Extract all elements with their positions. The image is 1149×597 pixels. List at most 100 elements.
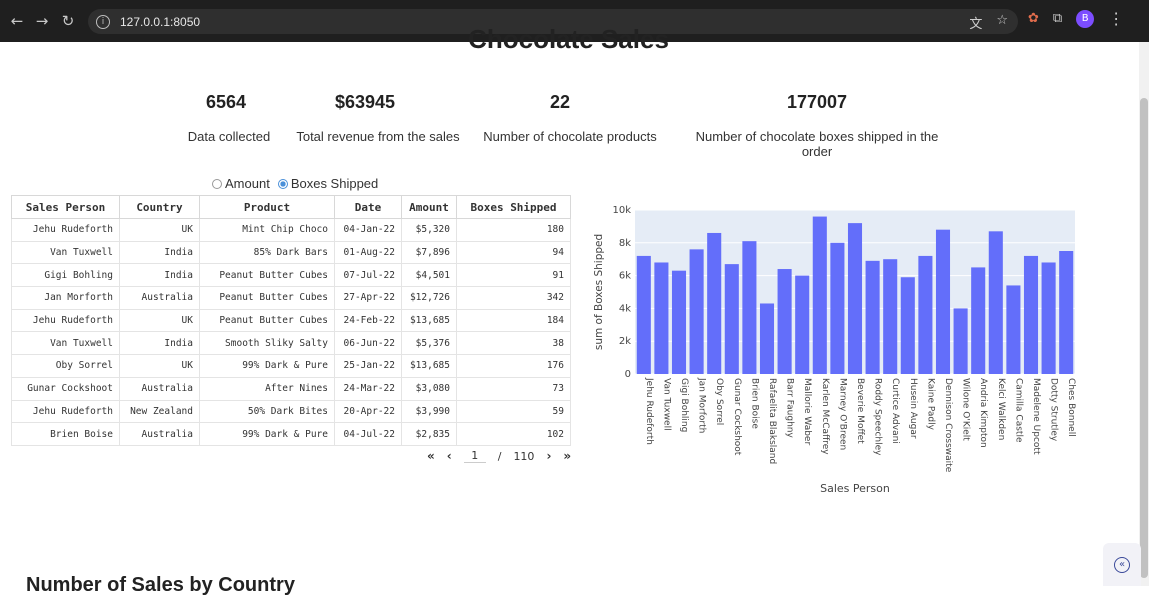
table-cell[interactable]: Australia bbox=[119, 422, 200, 446]
table-cell[interactable]: $3,080 bbox=[401, 376, 457, 401]
last-page-button[interactable]: » bbox=[563, 449, 571, 463]
table-cell[interactable]: 99% Dark & Pure bbox=[199, 422, 335, 446]
table-cell[interactable]: 24-Feb-22 bbox=[334, 308, 402, 333]
table-cell[interactable]: $5,376 bbox=[401, 331, 457, 356]
table-cell[interactable]: 50% Dark Bites bbox=[199, 399, 335, 424]
bar[interactable] bbox=[707, 232, 722, 374]
table-cell[interactable]: UK bbox=[119, 354, 200, 378]
table-cell[interactable]: Peanut Butter Cubes bbox=[199, 286, 335, 310]
col-sales-person[interactable]: Sales Person bbox=[11, 195, 120, 219]
table-cell[interactable]: $12,726 bbox=[401, 286, 457, 310]
table-cell[interactable]: Jehu Rudeforth bbox=[11, 218, 120, 242]
first-page-button[interactable]: « bbox=[427, 449, 435, 463]
col-amount[interactable]: Amount bbox=[401, 195, 457, 219]
radio-amount[interactable]: Amount bbox=[212, 176, 270, 191]
bar[interactable] bbox=[900, 277, 915, 374]
table-cell[interactable]: $7,896 bbox=[401, 240, 457, 265]
bar[interactable] bbox=[636, 255, 651, 374]
bar[interactable] bbox=[742, 241, 757, 374]
table-cell[interactable]: Van Tuxwell bbox=[11, 331, 120, 356]
table-cell[interactable]: $13,685 bbox=[401, 308, 457, 333]
next-page-button[interactable]: › bbox=[546, 449, 551, 463]
bar[interactable] bbox=[671, 270, 687, 374]
table-cell[interactable]: Australia bbox=[119, 376, 200, 401]
table-cell[interactable]: 342 bbox=[456, 286, 571, 310]
table-cell[interactable]: New Zealand bbox=[119, 399, 200, 424]
prev-page-button[interactable]: ‹ bbox=[447, 449, 452, 463]
col-boxes-shipped[interactable]: Boxes Shipped bbox=[456, 195, 571, 219]
table-cell[interactable]: 73 bbox=[456, 376, 571, 401]
table-cell[interactable]: 24-Mar-22 bbox=[334, 376, 402, 401]
table-cell[interactable]: 94 bbox=[456, 240, 571, 265]
table-cell[interactable]: $5,320 bbox=[401, 218, 457, 242]
bar[interactable] bbox=[883, 259, 898, 374]
table-cell[interactable]: 99% Dark & Pure bbox=[199, 354, 335, 378]
table-cell[interactable]: Mint Chip Choco bbox=[199, 218, 335, 242]
table-cell[interactable]: $2,835 bbox=[401, 422, 457, 446]
bar[interactable] bbox=[724, 264, 739, 374]
table-cell[interactable]: 180 bbox=[456, 218, 571, 242]
scrollbar-thumb[interactable] bbox=[1140, 98, 1148, 578]
table-cell[interactable]: 184 bbox=[456, 308, 571, 333]
table-cell[interactable]: 20-Apr-22 bbox=[334, 399, 402, 424]
table-cell[interactable]: India bbox=[119, 331, 200, 356]
bar[interactable] bbox=[1006, 285, 1021, 374]
bar[interactable] bbox=[759, 303, 775, 374]
table-cell[interactable]: India bbox=[119, 263, 200, 288]
table-cell[interactable]: Smooth Sliky Salty bbox=[199, 331, 335, 356]
bar[interactable] bbox=[812, 216, 827, 374]
table-cell[interactable]: $3,990 bbox=[401, 399, 457, 424]
bar[interactable] bbox=[971, 267, 986, 374]
table-cell[interactable]: Peanut Butter Cubes bbox=[199, 308, 335, 333]
bar[interactable] bbox=[988, 231, 1003, 374]
table-cell[interactable]: Brien Boise bbox=[11, 422, 120, 446]
bar[interactable] bbox=[847, 223, 863, 374]
radio-amount-dot[interactable] bbox=[212, 178, 222, 189]
bar[interactable] bbox=[654, 262, 669, 374]
table-cell[interactable]: UK bbox=[119, 218, 200, 242]
col-product[interactable]: Product bbox=[199, 195, 335, 219]
table-cell[interactable]: 102 bbox=[456, 422, 571, 446]
table-cell[interactable]: Jehu Rudeforth bbox=[11, 308, 120, 333]
table-cell[interactable]: Gunar Cockshoot bbox=[11, 376, 120, 401]
table-cell[interactable]: Oby Sorrel bbox=[11, 354, 120, 378]
bar[interactable] bbox=[1041, 262, 1056, 374]
bar[interactable] bbox=[865, 260, 880, 374]
dev-tools-toggle-button[interactable]: « bbox=[1103, 543, 1141, 586]
table-cell[interactable]: After Nines bbox=[199, 376, 335, 401]
bar[interactable] bbox=[918, 255, 933, 374]
page-scrollbar[interactable] bbox=[1139, 42, 1149, 586]
bar[interactable] bbox=[777, 269, 792, 374]
table-cell[interactable]: 07-Jul-22 bbox=[334, 263, 402, 288]
table-cell[interactable]: $13,685 bbox=[401, 354, 457, 378]
table-cell[interactable]: India bbox=[119, 240, 200, 265]
table-cell[interactable]: Van Tuxwell bbox=[11, 240, 120, 265]
table-cell[interactable]: 27-Apr-22 bbox=[334, 286, 402, 310]
bar[interactable] bbox=[830, 242, 845, 374]
col-date[interactable]: Date bbox=[334, 195, 402, 219]
table-cell[interactable]: 06-Jun-22 bbox=[334, 331, 402, 356]
table-cell[interactable]: UK bbox=[119, 308, 200, 333]
table-cell[interactable]: 176 bbox=[456, 354, 571, 378]
table-cell[interactable]: Peanut Butter Cubes bbox=[199, 263, 335, 288]
table-cell[interactable]: $4,501 bbox=[401, 263, 457, 288]
table-cell[interactable]: Australia bbox=[119, 286, 200, 310]
table-cell[interactable]: 38 bbox=[456, 331, 571, 356]
table-cell[interactable]: 85% Dark Bars bbox=[199, 240, 335, 265]
table-cell[interactable]: 04-Jul-22 bbox=[334, 422, 402, 446]
bar[interactable] bbox=[1059, 251, 1074, 374]
table-cell[interactable]: Gigi Bohling bbox=[11, 263, 120, 288]
table-cell[interactable]: 25-Jan-22 bbox=[334, 354, 402, 378]
bar[interactable] bbox=[795, 275, 810, 374]
table-cell[interactable]: Jan Morforth bbox=[11, 286, 120, 310]
table-cell[interactable]: 91 bbox=[456, 263, 571, 288]
bar[interactable] bbox=[1023, 255, 1039, 374]
table-cell[interactable]: 01-Aug-22 bbox=[334, 240, 402, 265]
radio-boxes-shipped[interactable]: Boxes Shipped bbox=[277, 176, 378, 191]
current-page-input[interactable]: 1 bbox=[463, 449, 486, 463]
bar[interactable] bbox=[689, 249, 704, 374]
bar[interactable] bbox=[935, 229, 951, 374]
col-country[interactable]: Country bbox=[119, 195, 200, 219]
table-cell[interactable]: 04-Jan-22 bbox=[334, 218, 402, 242]
table-cell[interactable]: 59 bbox=[456, 399, 571, 424]
